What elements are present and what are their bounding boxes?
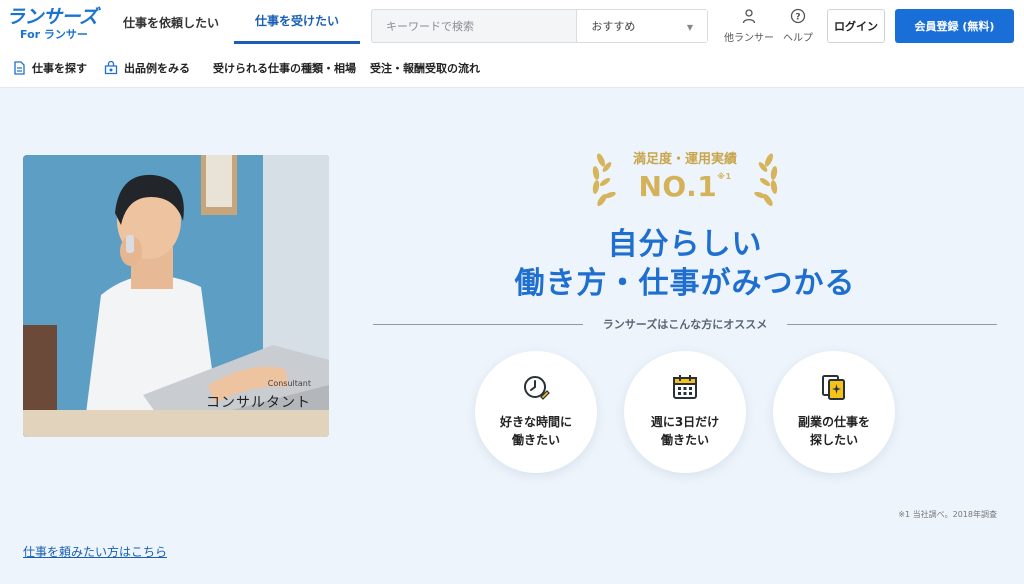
award-badge: 満足度・運用実績 NO.1※1: [585, 140, 785, 216]
tab-order-work[interactable]: 仕事を依頼したい: [108, 0, 234, 44]
logo-sub-text: For ランサー: [20, 28, 88, 41]
help-button[interactable]: ? ヘルプ: [780, 8, 816, 44]
photo-caption-en: Consultant: [267, 379, 311, 388]
nav-work-types[interactable]: 受けられる仕事の種類・相場: [213, 52, 356, 84]
feature-text-line1: 週に3日だけ: [650, 415, 720, 429]
hero-headline-line1: 自分らしい: [607, 227, 763, 262]
document-icon: [14, 61, 25, 75]
sub-navigation: 仕事を探す 出品例をみる 受けられる仕事の種類・相場 受注・報酬受取の流れ: [0, 52, 1024, 88]
search-input[interactable]: [372, 10, 577, 42]
feature-text-line1: 好きな時間に: [499, 415, 572, 429]
feature-text-line2: 探したい: [809, 433, 858, 447]
award-rank: NO.1※1: [585, 170, 785, 203]
other-lancers-button[interactable]: 他ランサー: [720, 8, 778, 44]
search-box: おすすめ ▼: [371, 9, 708, 43]
recommend-divider: ランサーズはこんな方にオススメ: [373, 316, 997, 332]
chevron-down-icon: ▼: [686, 23, 693, 32]
documents-sparkle-icon: [822, 375, 845, 400]
tab-receive-work[interactable]: 仕事を受けたい: [234, 0, 360, 44]
lancers-logo[interactable]: ランサーズ For ランサー: [6, 6, 102, 48]
nav-find-work[interactable]: 仕事を探す: [12, 52, 87, 84]
award-label: 満足度・運用実績: [632, 152, 737, 167]
nav-view-examples-label: 出品例をみる: [124, 62, 190, 75]
nav-find-work-label: 仕事を探す: [32, 62, 87, 75]
logo-main-text: ランサーズ: [6, 6, 98, 28]
feature-text-line2: 働きたい: [660, 433, 709, 447]
register-button[interactable]: 会員登録 (無料): [895, 9, 1014, 43]
nav-order-flow[interactable]: 受注・報酬受取の流れ: [370, 52, 480, 84]
photo-caption-jp: コンサルタント: [206, 395, 311, 411]
feature-circle-three-days: 週に3日だけ 働きたい: [624, 351, 746, 473]
sort-select-value: おすすめ: [591, 20, 636, 33]
help-circle-icon: ?: [790, 8, 806, 24]
feature-text: 好きな時間に 働きたい: [475, 413, 597, 449]
feature-circle-flexible-time: 好きな時間に 働きたい: [475, 351, 597, 473]
login-button[interactable]: ログイン: [827, 9, 885, 43]
hero-photo: Consultant コンサルタント: [23, 155, 329, 437]
sort-select[interactable]: おすすめ ▼: [576, 10, 707, 42]
feature-text: 週に3日だけ 働きたい: [624, 413, 746, 449]
top-header: ランサーズ For ランサー 仕事を依頼したい 仕事を受けたい おすすめ ▼ 他…: [0, 0, 1024, 52]
recommend-label: ランサーズはこんな方にオススメ: [602, 318, 768, 331]
survey-footnote: ※1 当社調べ。2018年調査: [898, 510, 997, 519]
feature-text-line1: 副業の仕事を: [797, 415, 870, 429]
shop-bag-icon: [104, 61, 118, 75]
feature-text: 副業の仕事を 探したい: [773, 413, 895, 449]
person-icon: [742, 9, 756, 24]
other-lancers-label: 他ランサー: [724, 33, 774, 44]
help-label: ヘルプ: [783, 33, 813, 44]
award-note: ※1: [717, 172, 732, 181]
nav-view-examples[interactable]: 出品例をみる: [104, 52, 190, 84]
hero-headline-line2: 働き方・仕事がみつかる: [514, 266, 856, 301]
award-rank-text: NO.1: [638, 170, 718, 203]
client-page-link[interactable]: 仕事を頼みたい方はこちら: [23, 543, 167, 560]
feature-text-line2: 働きたい: [511, 433, 560, 447]
svg-text:?: ?: [795, 13, 800, 23]
clock-pen-icon: [524, 376, 550, 400]
calendar-icon: [673, 375, 697, 399]
feature-circle-side-job: 副業の仕事を 探したい: [773, 351, 895, 473]
